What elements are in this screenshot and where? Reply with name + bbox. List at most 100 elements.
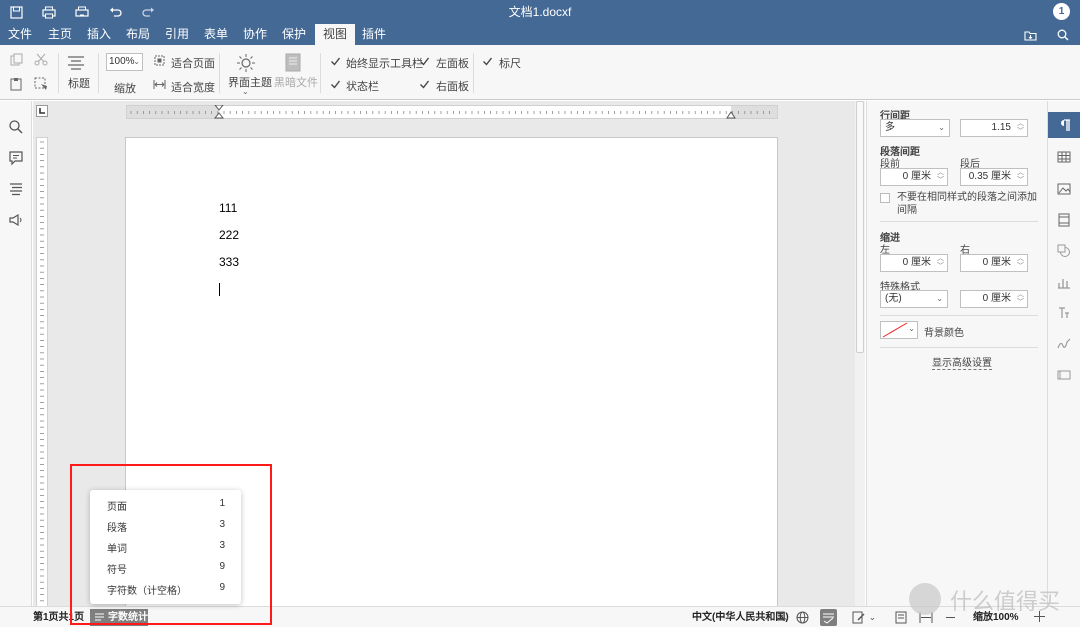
indent-left-input[interactable]: 0 厘米 ︿ ﹀ (880, 254, 948, 272)
checkbox-ruler[interactable] (482, 56, 493, 67)
track-changes-icon[interactable] (852, 611, 866, 624)
tab-forms[interactable]: 表单 (198, 24, 234, 45)
tab-stop-selector[interactable] (36, 105, 48, 117)
dark-document-label: 黑暗文件 (274, 77, 318, 89)
shape-settings-icon[interactable] (1056, 243, 1072, 259)
fit-page-icon[interactable] (154, 55, 165, 66)
cut-icon[interactable] (34, 53, 48, 66)
tab-collaboration[interactable]: 协作 (237, 24, 273, 45)
special-format-select[interactable]: (无) ⌄ (880, 290, 948, 308)
indent-left-value: 0 厘米 (902, 257, 931, 268)
paragraph-settings-panel: 行间距 多 ⌄ 1.15 ︿ ﹀ 段落间距 段前 段后 0 厘米 ︿ ﹀ 0.35 … (866, 101, 1047, 606)
form-settings-icon[interactable] (1056, 367, 1072, 383)
chart-settings-icon[interactable] (1056, 274, 1072, 290)
fit-width-icon[interactable] (153, 80, 166, 89)
tab-view[interactable]: 视图 (315, 24, 355, 45)
header-footer-icon[interactable] (1056, 212, 1072, 228)
background-color-picker[interactable]: ⌄ (880, 321, 918, 339)
line-spacing-type-select[interactable]: 多 ⌄ (880, 119, 950, 137)
image-settings-icon[interactable] (1056, 181, 1072, 197)
horizontal-ruler[interactable] (126, 105, 778, 119)
search-icon[interactable] (1054, 26, 1072, 44)
fit-page-label[interactable]: 适合页面 (171, 55, 215, 71)
copy-icon[interactable] (10, 53, 23, 66)
paragraph[interactable]: 111 (219, 201, 237, 215)
special-format-value: (无) (885, 293, 902, 304)
globe-icon[interactable] (796, 611, 809, 624)
paragraph-settings-icon[interactable] (1048, 112, 1080, 138)
interface-theme-icon[interactable] (236, 53, 256, 73)
menu-bar: 文件 主页 插入 布局 引用 表单 协作 保护 视图 插件 (0, 24, 1080, 45)
fit-page-icon[interactable] (895, 611, 907, 624)
no-space-same-style-label[interactable]: 不要在相同样式的段落之间添加间隔 (897, 191, 1037, 217)
background-color-label: 背景颜色 (924, 328, 964, 339)
checkbox-left-panel[interactable] (419, 56, 430, 67)
annotation-highlight-box (70, 464, 272, 625)
watermark-logo (909, 583, 941, 615)
spacing-before-input[interactable]: 0 厘米 ︿ ﹀ (880, 168, 948, 186)
vertical-scrollbar[interactable] (855, 101, 865, 606)
text-art-icon[interactable] (1056, 305, 1072, 321)
paste-icon[interactable] (10, 77, 23, 91)
interface-theme-label[interactable]: 界面主题 (228, 74, 272, 90)
indent-marker-icon[interactable] (214, 105, 224, 119)
spinner-arrows-icon[interactable]: ︿ ﹀ (1017, 169, 1024, 185)
open-file-location-icon[interactable] (1021, 26, 1039, 44)
right-panel-label[interactable]: 右面板 (436, 78, 469, 94)
vertical-ruler[interactable] (36, 137, 48, 606)
left-panel-label[interactable]: 左面板 (436, 55, 469, 71)
fit-width-label[interactable]: 适合宽度 (171, 79, 215, 95)
language-selector[interactable]: 中文(中华人民共和国) (692, 607, 789, 628)
zoom-out-icon[interactable] (946, 617, 955, 618)
zoom-value: 100% (109, 56, 135, 67)
paragraph[interactable]: 333 (219, 255, 239, 269)
spinner-arrows-icon[interactable]: ︿ ﹀ (937, 169, 944, 185)
show-advanced-settings-link[interactable]: 显示高级设置 (932, 354, 992, 370)
paragraph[interactable]: 222 (219, 228, 239, 242)
checkbox-status-bar[interactable] (330, 79, 341, 90)
tab-references[interactable]: 引用 (159, 24, 195, 45)
tab-layout[interactable]: 布局 (120, 24, 156, 45)
heading-icon[interactable] (67, 55, 85, 71)
title-bar: 文档1.docxf 1 (0, 0, 1080, 24)
tab-home[interactable]: 主页 (42, 24, 78, 45)
spinner-arrows-icon[interactable]: ︿ ﹀ (937, 255, 944, 271)
feedback-icon[interactable] (8, 212, 24, 228)
spinner-arrows-icon[interactable]: ︿ ﹀ (1017, 120, 1024, 136)
heading-label[interactable]: 标题 (68, 75, 90, 91)
dark-document-icon (285, 53, 301, 72)
no-space-same-style-checkbox[interactable] (880, 193, 890, 203)
always-show-toolbar-label[interactable]: 始终显示工具栏 (346, 55, 423, 71)
indent-right-input[interactable]: 0 厘米 ︿ ﹀ (960, 254, 1028, 272)
indent-right-value: 0 厘米 (982, 257, 1011, 268)
select-all-icon[interactable] (34, 77, 48, 91)
line-spacing-value-input[interactable]: 1.15 ︿ ﹀ (960, 119, 1028, 137)
checkbox-always-show-toolbar[interactable] (330, 56, 341, 67)
scrollbar-thumb[interactable] (856, 101, 864, 353)
spellcheck-icon[interactable] (820, 609, 837, 626)
signature-icon[interactable] (1056, 336, 1072, 352)
line-spacing-type-value: 多 (885, 122, 895, 133)
comment-icon[interactable] (8, 150, 24, 166)
ruler-label[interactable]: 标尺 (499, 55, 521, 71)
chevron-down-icon: ⌄ (908, 324, 915, 333)
spacing-after-input[interactable]: 0.35 厘米 ︿ ﹀ (960, 168, 1028, 186)
spinner-arrows-icon[interactable]: ︿ ﹀ (1017, 255, 1024, 271)
chevron-down-icon: ⌄ (783, 613, 790, 622)
tab-insert[interactable]: 插入 (81, 24, 117, 45)
chevron-down-icon: ⌄ (869, 613, 876, 622)
tab-protection[interactable]: 保护 (276, 24, 312, 45)
checkbox-right-panel[interactable] (419, 79, 430, 90)
right-indent-marker-icon[interactable] (726, 111, 736, 119)
user-avatar[interactable]: 1 (1053, 3, 1070, 20)
special-format-amount-input[interactable]: 0 厘米 ︿ ﹀ (960, 290, 1028, 308)
table-settings-icon[interactable] (1056, 149, 1072, 165)
navigation-icon[interactable] (8, 181, 24, 197)
chevron-down-icon: ⌄ (133, 57, 140, 66)
status-bar-label[interactable]: 状态栏 (346, 78, 379, 94)
tab-file[interactable]: 文件 (3, 24, 37, 45)
search-icon[interactable] (8, 119, 24, 135)
tab-plugins[interactable]: 插件 (357, 24, 391, 45)
zoom-combo[interactable]: 100% ⌄ (106, 53, 143, 71)
spinner-arrows-icon[interactable]: ︿ ﹀ (1017, 291, 1024, 307)
